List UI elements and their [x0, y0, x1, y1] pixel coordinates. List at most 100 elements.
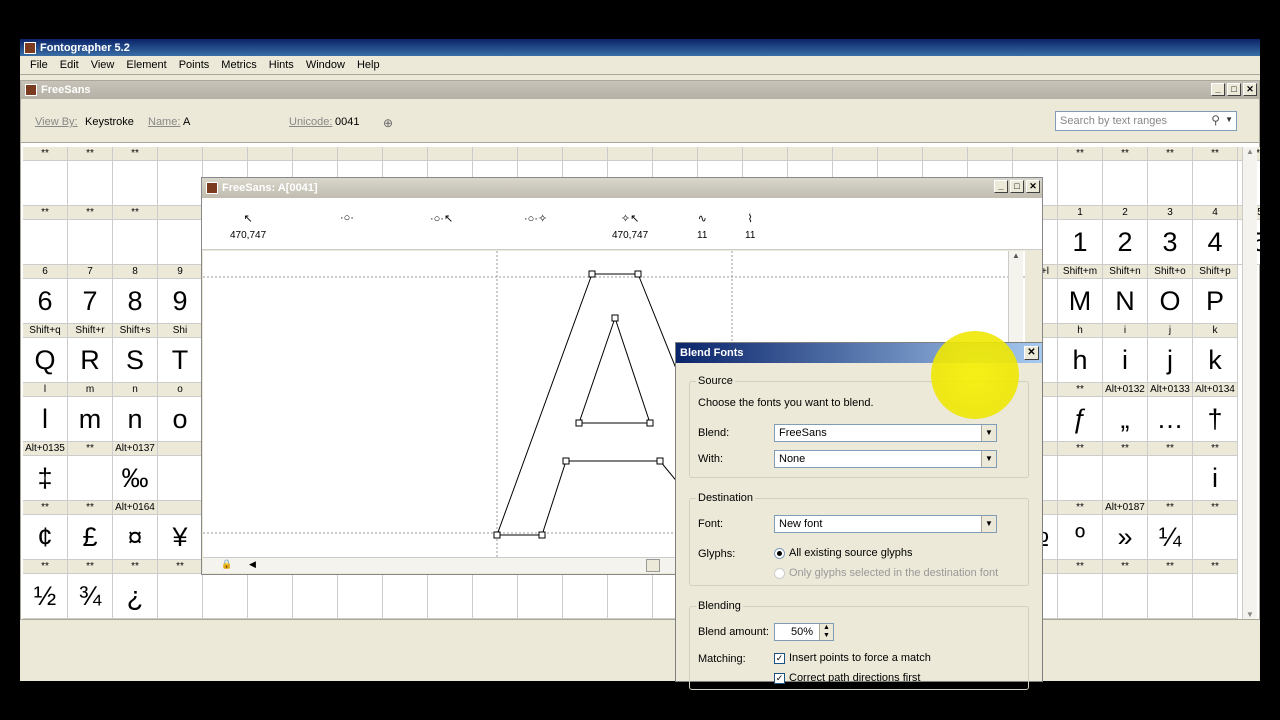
- glyph-cell[interactable]: 11: [1058, 206, 1103, 265]
- point-tool[interactable]: ·○·: [340, 212, 354, 230]
- glyph-cell[interactable]: **: [68, 147, 113, 206]
- glyph-cell[interactable]: **: [113, 206, 158, 265]
- glyph-cell[interactable]: **: [23, 147, 68, 206]
- view-by-label[interactable]: View By:: [35, 116, 78, 128]
- path-tool[interactable]: ⌇ 11: [745, 212, 755, 241]
- glyph-cell[interactable]: [158, 147, 203, 206]
- glyph-cell[interactable]: ** £: [68, 501, 113, 560]
- curve-tool[interactable]: ∿ 11: [697, 212, 707, 241]
- glyph-cell[interactable]: 33: [1148, 206, 1193, 265]
- add-icon[interactable]: ⊕: [383, 116, 393, 130]
- glyph-cell[interactable]: **: [1193, 501, 1238, 560]
- glyph-cell[interactable]: Alt+0134 †: [1193, 383, 1238, 442]
- curve-point-tool[interactable]: ·○·✧: [524, 212, 547, 230]
- glyph-cell[interactable]: hh: [1058, 324, 1103, 383]
- glyph-cell[interactable]: 77: [68, 265, 113, 324]
- glyph-cell[interactable]: **: [68, 442, 113, 501]
- glyph-cell[interactable]: ii: [1103, 324, 1148, 383]
- glyph-cell[interactable]: Shift+p P: [1193, 265, 1238, 324]
- glyph-cell[interactable]: Alt+0135 ‡: [23, 442, 68, 501]
- glyph-cell[interactable]: **: [1058, 560, 1103, 619]
- view-by-value[interactable]: Keystroke: [85, 116, 134, 128]
- destination-font-select[interactable]: New font ▼: [774, 515, 997, 533]
- glyph-cell[interactable]: 99: [158, 265, 203, 324]
- glyph-cell[interactable]: ** ¾: [68, 560, 113, 619]
- glyph-cell[interactable]: **: [1148, 560, 1193, 619]
- maximize-icon[interactable]: □: [1227, 83, 1241, 96]
- glyph-cell[interactable]: ** º: [1058, 501, 1103, 560]
- glyph-cell[interactable]: **: [68, 206, 113, 265]
- chevron-left-icon[interactable]: ◀: [249, 559, 256, 570]
- glyph-cell[interactable]: **: [1148, 147, 1193, 206]
- glyph-cell[interactable]: Shi T: [158, 324, 203, 383]
- glyph-cell[interactable]: **: [23, 206, 68, 265]
- glyph-cell[interactable]: Alt+0137 ‰: [113, 442, 158, 501]
- glyph-cell[interactable]: Shift+r R: [68, 324, 113, 383]
- glyph-cell[interactable]: nn: [113, 383, 158, 442]
- close-icon[interactable]: ✕: [1026, 180, 1040, 193]
- menu-hints[interactable]: Hints: [263, 59, 300, 71]
- glyph-cell[interactable]: ** ƒ: [1058, 383, 1103, 442]
- chevron-down-icon[interactable]: ▼: [1225, 115, 1233, 124]
- glyph-cell[interactable]: ¥: [158, 501, 203, 560]
- unicode-label[interactable]: Unicode:: [289, 116, 332, 128]
- menu-view[interactable]: View: [85, 59, 121, 71]
- blend-select[interactable]: FreeSans ▼: [774, 424, 997, 442]
- menu-window[interactable]: Window: [300, 59, 351, 71]
- close-icon[interactable]: ✕: [1243, 83, 1257, 96]
- glyph-cell[interactable]: jj: [1148, 324, 1193, 383]
- glyph-cell[interactable]: kk: [1193, 324, 1238, 383]
- glyph-cell[interactable]: **: [1193, 560, 1238, 619]
- search-icon[interactable]: ⚲: [1211, 113, 1220, 127]
- glyph-cell[interactable]: ** ¢: [23, 501, 68, 560]
- scroll-thumb[interactable]: [646, 559, 660, 572]
- minimize-icon[interactable]: _: [994, 180, 1008, 193]
- glyph-cell[interactable]: 66: [23, 265, 68, 324]
- glyph-cell[interactable]: ** i: [1193, 442, 1238, 501]
- glyph-cell[interactable]: **: [1103, 147, 1148, 206]
- insert-points-checkbox[interactable]: ✓ Insert points to force a match: [774, 652, 931, 664]
- glyph-cell[interactable]: **: [158, 560, 203, 619]
- name-label[interactable]: Name:: [148, 116, 180, 128]
- grid-scrollbar[interactable]: ▲ ▼: [1242, 147, 1257, 619]
- blend-amount-stepper[interactable]: 50% ▲ ▼: [774, 623, 834, 641]
- point-select-tool[interactable]: ·○·↖: [430, 212, 453, 230]
- menu-element[interactable]: Element: [120, 59, 172, 71]
- menu-help[interactable]: Help: [351, 59, 386, 71]
- menu-file[interactable]: File: [24, 59, 54, 71]
- glyph-cell[interactable]: ** ¿: [113, 560, 158, 619]
- with-select[interactable]: None ▼: [774, 450, 997, 468]
- glyph-cell[interactable]: 88: [113, 265, 158, 324]
- glyph-cell[interactable]: 44: [1193, 206, 1238, 265]
- correct-paths-checkbox[interactable]: ✓ Correct path directions first: [774, 672, 920, 684]
- glyph-cell[interactable]: [158, 206, 203, 265]
- menu-edit[interactable]: Edit: [54, 59, 85, 71]
- glyph-cell[interactable]: 22: [1103, 206, 1148, 265]
- glyph-cell[interactable]: Shift+n N: [1103, 265, 1148, 324]
- close-icon[interactable]: ✕: [1024, 346, 1039, 360]
- glyphs-all-radio[interactable]: All existing source glyphs: [774, 547, 913, 559]
- glyph-cell[interactable]: [158, 442, 203, 501]
- glyph-cell[interactable]: **: [1103, 560, 1148, 619]
- glyph-cell[interactable]: Alt+0132 „: [1103, 383, 1148, 442]
- minimize-icon[interactable]: _: [1211, 83, 1225, 96]
- glyph-cell[interactable]: **: [1148, 442, 1193, 501]
- glyph-cell[interactable]: oo: [158, 383, 203, 442]
- glyph-cell[interactable]: **: [1193, 147, 1238, 206]
- maximize-icon[interactable]: □: [1010, 180, 1024, 193]
- pointer-tool[interactable]: ↖ 470,747: [230, 212, 266, 241]
- glyph-cell[interactable]: Alt+0133…: [1148, 383, 1193, 442]
- menu-points[interactable]: Points: [173, 59, 216, 71]
- glyph-cell[interactable]: mm: [68, 383, 113, 442]
- glyph-cell[interactable]: Alt+0187 »: [1103, 501, 1148, 560]
- lock-icon[interactable]: 🔒: [221, 559, 232, 570]
- glyph-cell[interactable]: **: [1103, 442, 1148, 501]
- glyph-cell[interactable]: ** ½: [23, 560, 68, 619]
- measure-tool[interactable]: ✧↖ 470,747: [612, 212, 648, 241]
- glyph-cell[interactable]: Shift+s S: [113, 324, 158, 383]
- glyph-cell[interactable]: Shift+q Q: [23, 324, 68, 383]
- glyph-cell[interactable]: Alt+0164 ¤: [113, 501, 158, 560]
- glyph-cell[interactable]: Shift+m M: [1058, 265, 1103, 324]
- menu-metrics[interactable]: Metrics: [215, 59, 262, 71]
- glyph-cell[interactable]: **: [113, 147, 158, 206]
